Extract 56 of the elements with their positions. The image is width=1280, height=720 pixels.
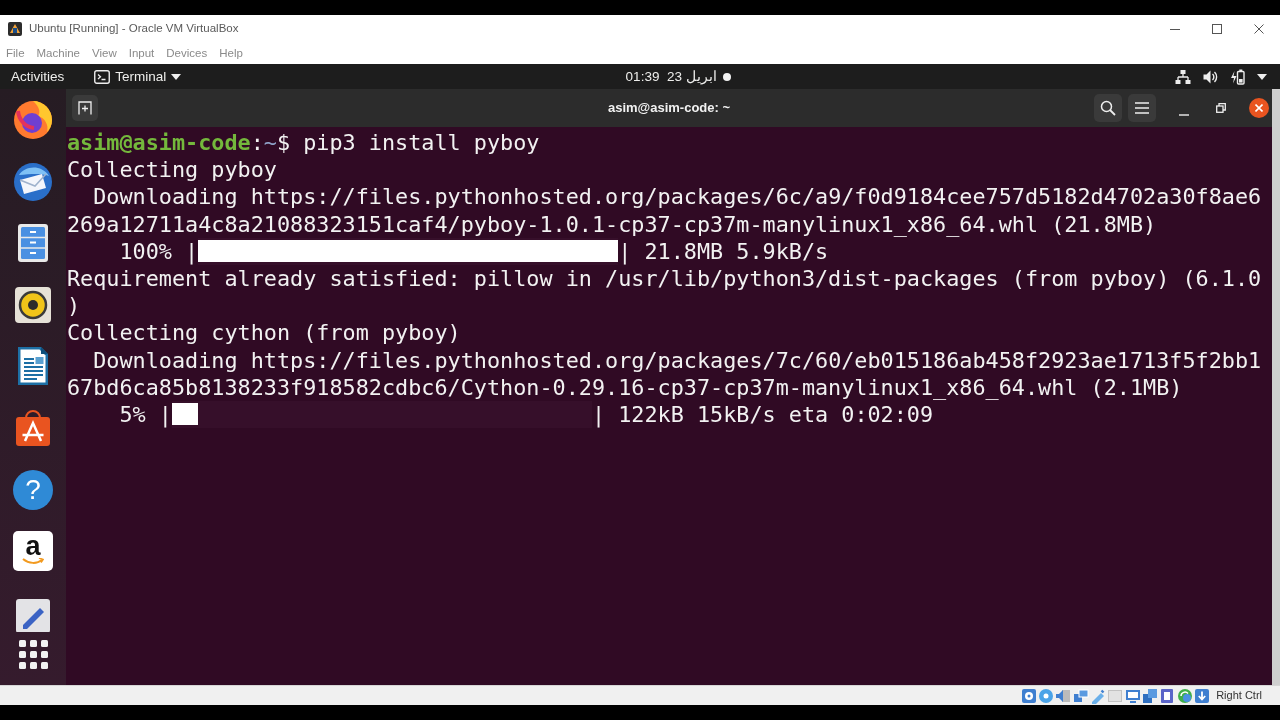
menu-item[interactable]: Input [122,43,161,64]
minimize-icon [1179,114,1189,116]
close-icon [1255,104,1263,112]
menu-item[interactable]: Help [213,43,249,64]
browser-icon [11,98,55,142]
host-key-label: Right Ctrl [1216,688,1262,704]
menu-item[interactable]: Machine [30,43,86,64]
speaker-icon [1203,68,1218,85]
help-icon: ? [13,469,53,510]
progress-stats: | 21.8MB 5.9kB/s [618,237,829,265]
network-icon [1175,68,1191,85]
caret-icon [171,73,182,80]
caret-icon [1257,73,1267,80]
terminal-line: ) [67,292,81,320]
maximize-icon [1212,24,1222,34]
prompt-line: asim@asim-code:~$ pip3 install pyboy [67,129,540,157]
app-logo-icon [7,21,23,37]
card-icon [1159,687,1176,704]
search-button[interactable] [1094,94,1122,122]
disc-icon [1038,687,1055,704]
search-icon [1100,100,1116,116]
minimize-icon [1170,28,1180,30]
window-title: Ubuntu [Running] - Oracle VM VirtualBox [29,21,239,37]
close-icon [1254,24,1264,34]
terminal-line: Collecting cython (from pyboy) [67,319,461,347]
store-icon: a [13,531,53,572]
menu-icon [1135,102,1149,114]
terminal-line: Downloading https://files.pythonhosted.org/packages/6c/a9/f0d9184cee757d5182d4702a30f8ae6 [93,183,1262,211]
clock-button[interactable]: 01:39 23 ابريل [625,64,731,89]
battery-icon [1230,68,1245,85]
activities-button[interactable]: Activities [11,64,65,89]
terminal-line: 67bd6ca85b8138233f918582cdbc6/Cython-0.29.16-cp37-cp37m-manylinux1_x86_64.whl (2.1MB) [67,373,1183,401]
progress-label: 5% | [119,400,172,429]
menu-item[interactable]: View [86,43,123,64]
restore-icon [1216,103,1226,113]
app-menu-button[interactable]: Terminal [94,64,182,89]
app-grid-icon [18,640,48,669]
menu-item[interactable]: Devices [160,43,214,64]
terminal-line: 269a12711a4c8a21088323151caf4/pyboy-1.0.1-cp37-cp37m-manylinux1_x86_64.whl (21.8MB) [67,210,1157,238]
close-button[interactable] [1249,98,1269,118]
network-icon [1072,687,1089,704]
new-tab-icon [78,101,92,115]
overlapping-squares-icon [1141,687,1158,704]
terminal-icon [94,69,111,84]
usb-icon [1090,687,1107,704]
terminal-line: Collecting pyboy [67,156,277,184]
progress-label: 100% | [119,237,199,265]
menu-button[interactable] [1128,94,1156,122]
terminal-line: Downloading https://files.pythonhosted.org/packages/7c/60/eb015186ab458f2923ae1713f5f2bb1 [93,346,1262,374]
progress-stats: | 122kB 15kB/s eta 0:02:09 [591,400,934,429]
speaker-icon [1055,687,1072,704]
menu-item[interactable]: File [0,43,31,64]
terminal-line: Requirement already satisfied: pillow in /usr/lib/python3/dist-packages (from pyboy) (6.1.0 [67,265,1262,293]
terminal-title: asim@asim-code: ~ [607,99,731,118]
monitor-icon [1124,687,1141,704]
new-tab-button[interactable] [72,95,98,121]
